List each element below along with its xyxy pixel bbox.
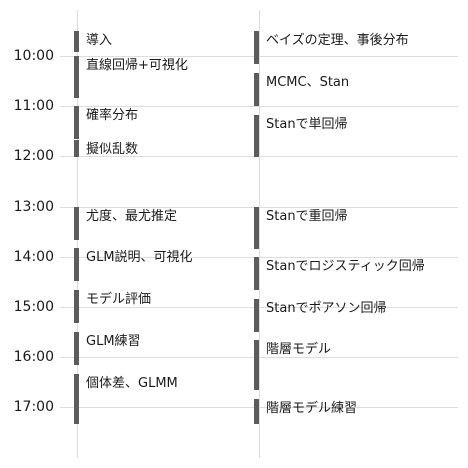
session-label: GLM練習 <box>86 334 141 349</box>
session-block[interactable]: 尤度、最尤推定 <box>74 207 244 240</box>
session-block[interactable]: Stanでポアソン回帰 <box>254 299 454 332</box>
session-label: 階層モデル <box>266 342 332 357</box>
time-label: 17:00 <box>13 399 54 415</box>
session-block[interactable]: Stanでロジスティック回帰 <box>254 257 454 290</box>
session-bar <box>74 207 79 240</box>
session-label: Stanで重回帰 <box>266 209 348 224</box>
session-label: 確率分布 <box>86 108 139 123</box>
session-bar <box>254 31 259 64</box>
time-label: 11:00 <box>13 98 54 114</box>
session-block[interactable]: MCMC、Stan <box>254 73 454 106</box>
time-label: 15:00 <box>13 299 54 315</box>
time-label: 14:00 <box>13 249 54 265</box>
session-block[interactable]: Stanで重回帰 <box>254 207 454 249</box>
session-label: Stanで単回帰 <box>266 117 348 132</box>
session-label: 尤度、最尤推定 <box>86 209 178 224</box>
session-bar <box>74 290 79 323</box>
session-label: 個体差、GLMM <box>86 376 178 391</box>
session-block[interactable]: 導入 <box>74 31 244 52</box>
session-label: MCMC、Stan <box>266 75 350 90</box>
session-block[interactable]: GLM説明、可視化 <box>74 248 244 281</box>
session-bar <box>74 31 79 52</box>
session-label: Stanでポアソン回帰 <box>266 301 387 316</box>
session-block[interactable]: 確率分布 <box>74 106 244 139</box>
session-label: GLM説明、可視化 <box>86 250 193 265</box>
schedule-timetable: 10:00 11:00 12:00 13:00 14:00 15:00 16:00 17:00… <box>0 0 468 468</box>
session-label: 擬似乱数 <box>86 142 139 157</box>
session-block[interactable]: モデル評価 <box>74 290 244 323</box>
session-label: モデル評価 <box>86 292 152 307</box>
session-bar <box>74 332 79 365</box>
session-bar <box>254 115 259 157</box>
session-bar <box>254 299 259 332</box>
session-block[interactable]: 直線回帰+可視化 <box>74 56 244 98</box>
session-bar <box>254 207 259 249</box>
session-block[interactable]: ベイズの定理、事後分布 <box>254 31 454 64</box>
session-block[interactable]: 階層モデル練習 <box>254 399 454 424</box>
time-label: 10:00 <box>13 48 54 64</box>
session-label: 導入 <box>86 33 113 48</box>
session-label: 直線回帰+可視化 <box>86 58 188 73</box>
session-block[interactable]: Stanで単回帰 <box>254 115 454 157</box>
session-bar <box>74 56 79 98</box>
session-block[interactable]: GLM練習 <box>74 332 244 365</box>
session-bar <box>254 340 259 390</box>
session-bar <box>74 374 79 424</box>
session-bar <box>254 257 259 290</box>
session-bar <box>74 140 79 157</box>
session-label: ベイズの定理、事後分布 <box>266 33 409 48</box>
session-label: 階層モデル練習 <box>266 401 358 416</box>
session-block[interactable]: 擬似乱数 <box>74 140 244 157</box>
time-label: 12:00 <box>13 148 54 164</box>
session-label: Stanでロジスティック回帰 <box>266 259 425 274</box>
session-bar <box>254 73 259 106</box>
session-block[interactable]: 階層モデル <box>254 340 454 390</box>
session-block[interactable]: 個体差、GLMM <box>74 374 244 424</box>
session-bar <box>74 248 79 281</box>
session-bar <box>74 106 79 139</box>
time-label: 16:00 <box>13 349 54 365</box>
time-label: 13:00 <box>13 199 54 215</box>
session-bar <box>254 399 259 424</box>
